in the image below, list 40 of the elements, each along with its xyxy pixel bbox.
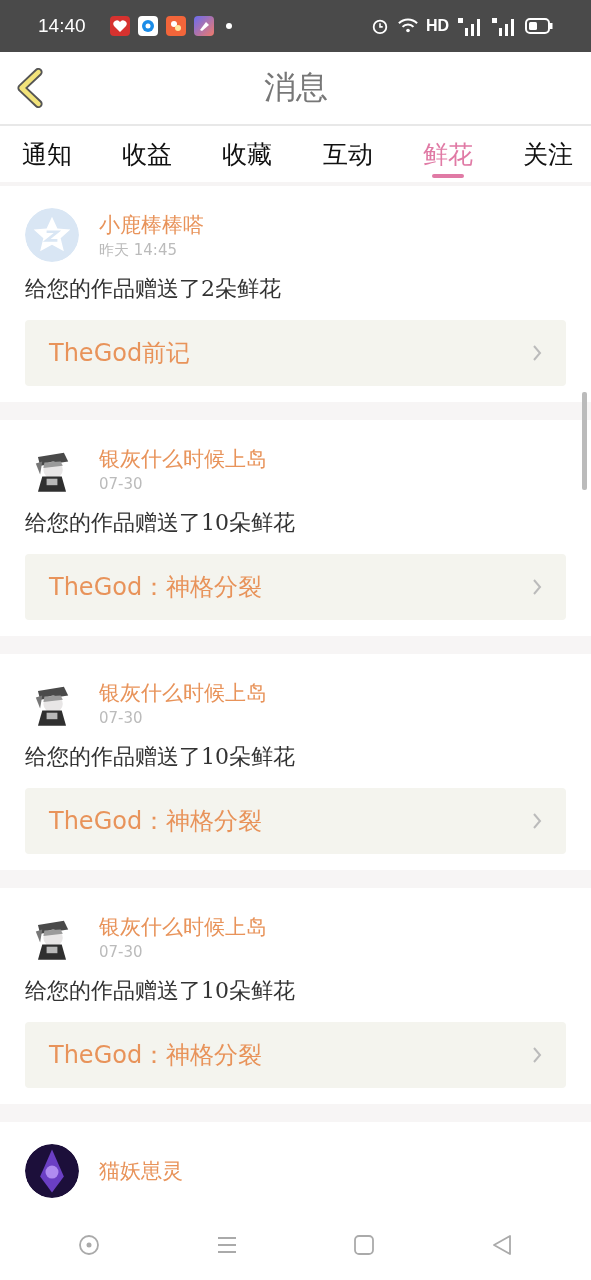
default-avatar-icon <box>25 208 79 262</box>
tab[interactable]: 关注 <box>518 126 577 182</box>
circle-app-icon <box>137 16 158 36</box>
page-title: 消息 <box>262 67 329 108</box>
message-text: 给您的作品赠送了10朵鲜花 <box>25 743 296 771</box>
app-icon <box>165 16 186 36</box>
tab[interactable]: 互动 <box>318 126 377 182</box>
user-name: 小鹿棒棒嗒 <box>99 211 204 239</box>
message-time: 07-30 <box>99 943 144 961</box>
chevron-icon <box>532 344 542 362</box>
network-label: HD <box>425 17 449 35</box>
chevron-icon <box>532 1046 542 1064</box>
message-text: 给您的作品赠送了10朵鲜花 <box>25 509 296 537</box>
user-name: 银灰什么时候上岛 <box>99 446 267 473</box>
user-name: 银灰什么时候上岛 <box>99 680 267 707</box>
signal-icon <box>457 16 483 36</box>
menu-icon[interactable] <box>215 1234 238 1256</box>
chevron-icon <box>532 578 542 596</box>
message-time: 07-30 <box>99 709 144 727</box>
tab[interactable]: 收益 <box>118 126 177 182</box>
message-text: 给您的作品赠送了10朵鲜花 <box>25 977 296 1005</box>
chevron-icon <box>532 812 542 830</box>
message-text: 给您的作品赠送了2朵鲜花 <box>25 275 282 303</box>
user-name: 银灰什么时候上岛 <box>99 914 267 941</box>
message-time: 07-30 <box>99 475 144 493</box>
pen-app-icon <box>193 16 214 36</box>
circle-dot-icon[interactable] <box>77 1234 100 1256</box>
user-name: 猫妖崽灵 <box>99 1158 183 1185</box>
heart-app-icon <box>109 16 130 36</box>
clock-time: 14:40 <box>38 15 86 37</box>
notification-dot-icon <box>225 23 232 29</box>
wifi-icon <box>397 17 418 35</box>
home-icon[interactable] <box>353 1234 376 1256</box>
battery-icon <box>525 18 553 34</box>
tab[interactable]: 通知 <box>18 126 76 182</box>
tab[interactable]: 收藏 <box>218 126 277 182</box>
message-time: 昨天 14:45 <box>99 240 178 260</box>
back-icon[interactable] <box>491 1234 514 1256</box>
signal-icon <box>491 16 517 36</box>
chevron-icon <box>16 68 44 108</box>
